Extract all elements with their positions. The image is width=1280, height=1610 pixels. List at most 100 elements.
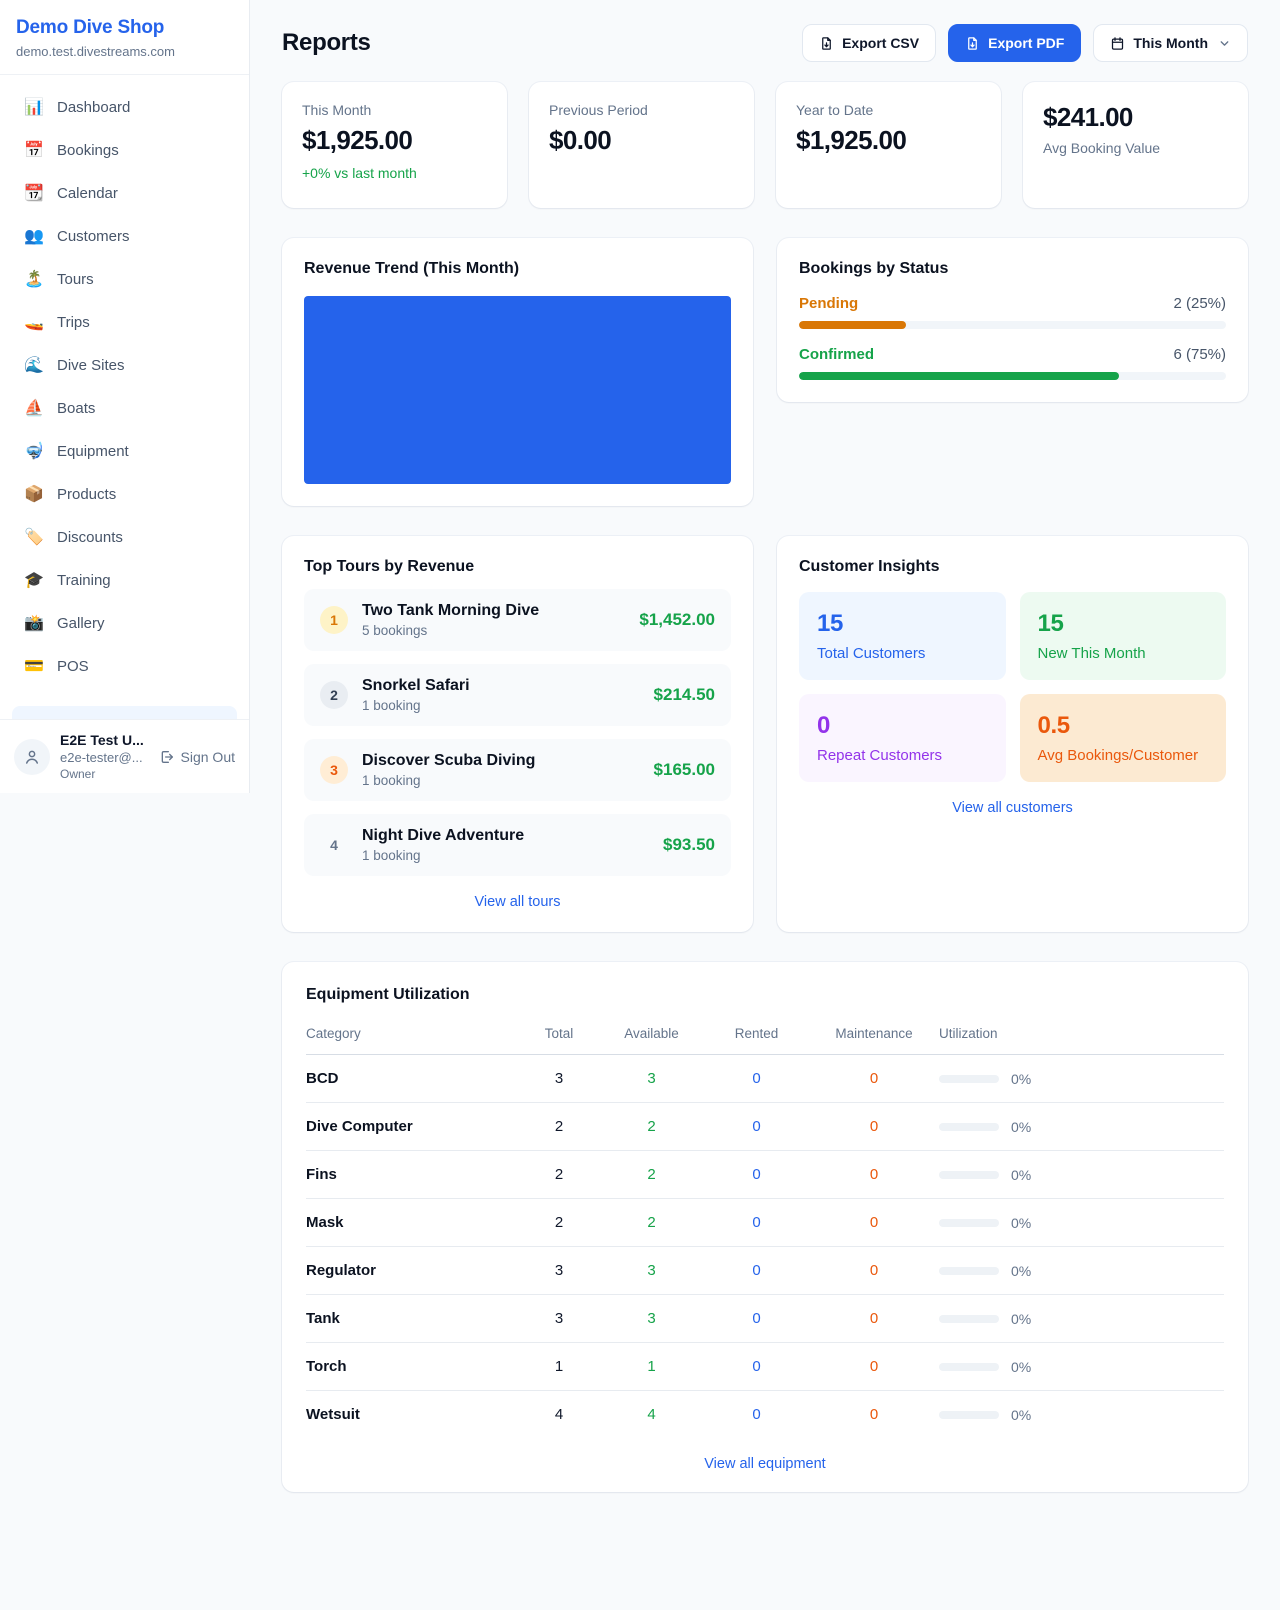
equipment-available: 2: [599, 1199, 704, 1247]
table-row: Dive Computer 2 2 0 0 0%: [306, 1103, 1224, 1151]
sidebar-item-trips[interactable]: 🚤 Trips: [12, 302, 237, 342]
equipment-table: Category Total Available Rented Maintena…: [306, 1018, 1224, 1438]
sidebar-nav: 📊 Dashboard 📅 Bookings 📆 Calendar 👥 Cust…: [0, 75, 249, 711]
sidebar-item-label: Dive Sites: [57, 357, 125, 374]
tour-name: Discover Scuba Diving: [362, 752, 535, 770]
sidebar-item-dashboard[interactable]: 📊 Dashboard: [12, 87, 237, 127]
utilization-bar-track: [939, 1075, 999, 1083]
bookings-by-status-title: Bookings by Status: [799, 260, 1226, 278]
utilization-percent: 0%: [1011, 1407, 1031, 1423]
export-csv-label: Export CSV: [842, 35, 919, 51]
sidebar-item-label: Calendar: [57, 185, 118, 202]
tour-bookings: 1 booking: [362, 848, 524, 863]
view-all-tours-link[interactable]: View all tours: [304, 894, 731, 910]
export-csv-button[interactable]: Export CSV: [802, 24, 936, 62]
equipment-rented: 0: [704, 1151, 809, 1199]
equipment-maintenance: 0: [809, 1151, 939, 1199]
table-row: BCD 3 3 0 0 0%: [306, 1055, 1224, 1103]
insight-label: New This Month: [1038, 645, 1209, 662]
sidebar-item-label: Customers: [57, 228, 130, 245]
tour-bookings: 1 booking: [362, 698, 470, 713]
equipment-category: Torch: [306, 1343, 519, 1391]
user-name: E2E Test U...: [60, 732, 149, 748]
sidebar-item-products[interactable]: 📦 Products: [12, 474, 237, 514]
view-all-equipment-link[interactable]: View all equipment: [306, 1456, 1224, 1472]
utilization-percent: 0%: [1011, 1311, 1031, 1327]
chevron-down-icon: [1218, 37, 1231, 50]
insight-value: 15: [1038, 610, 1209, 638]
equipment-total: 1: [519, 1343, 599, 1391]
sidebar-item-pos[interactable]: 💳 POS: [12, 646, 237, 686]
top-tours-title: Top Tours by Revenue: [304, 558, 731, 576]
equipment-available: 4: [599, 1391, 704, 1439]
insights-row: Top Tours by Revenue 1 Two Tank Morning …: [282, 536, 1248, 932]
dive-sites-icon: 🌊: [24, 355, 44, 375]
sidebar-item-calendar[interactable]: 📆 Calendar: [12, 173, 237, 213]
status-row: Confirmed 6 (75%): [799, 346, 1226, 380]
bookings-by-status-card: Bookings by Status Pending 2 (25%): [777, 238, 1248, 402]
trips-icon: 🚤: [24, 312, 44, 332]
tours-icon: 🏝️: [24, 269, 44, 289]
insight-value: 0.5: [1038, 712, 1209, 740]
tour-revenue: $214.50: [654, 685, 715, 705]
stat-card-avg-booking-value: $241.00 Avg Booking Value: [1023, 82, 1248, 208]
user-role: Owner: [60, 767, 149, 781]
status-progress-fill: [799, 321, 906, 329]
utilization-bar-track: [939, 1219, 999, 1227]
sidebar-item-boats[interactable]: ⛵ Boats: [12, 388, 237, 428]
sign-out-label: Sign Out: [181, 749, 235, 765]
stat-value: $1,925.00: [796, 125, 981, 156]
period-dropdown[interactable]: This Month: [1093, 24, 1248, 62]
page-header: Reports Export CSV Export PDF This Month: [282, 24, 1248, 62]
column-header-utilization: Utilization: [939, 1018, 1224, 1055]
sidebar-item-bookings[interactable]: 📅 Bookings: [12, 130, 237, 170]
utilization-percent: 0%: [1011, 1167, 1031, 1183]
tour-revenue: $93.50: [663, 835, 715, 855]
insight-value: 15: [817, 610, 988, 638]
user-panel: E2E Test U... e2e-tester@... Owner Sign …: [0, 719, 249, 793]
calendar-icon: [1110, 36, 1125, 51]
sidebar-item-dive-sites[interactable]: 🌊 Dive Sites: [12, 345, 237, 385]
sidebar-active-item-partial[interactable]: [12, 706, 237, 719]
sidebar-item-gallery[interactable]: 📸 Gallery: [12, 603, 237, 643]
sidebar-item-label: Bookings: [57, 142, 119, 159]
sidebar-item-tours[interactable]: 🏝️ Tours: [12, 259, 237, 299]
equipment-available: 3: [599, 1295, 704, 1343]
utilization-percent: 0%: [1011, 1119, 1031, 1135]
equipment-utilization-card: Equipment Utilization Category Total Ava…: [282, 962, 1248, 1492]
user-meta: E2E Test U... e2e-tester@... Owner: [60, 732, 149, 781]
stat-card-this-month: This Month $1,925.00 +0% vs last month: [282, 82, 507, 208]
tour-name: Snorkel Safari: [362, 677, 470, 695]
sidebar-item-customers[interactable]: 👥 Customers: [12, 216, 237, 256]
column-header-available: Available: [599, 1018, 704, 1055]
utilization-percent: 0%: [1011, 1359, 1031, 1375]
equipment-category: BCD: [306, 1055, 519, 1103]
dashboard-icon: 📊: [24, 97, 44, 117]
revenue-trend-chart: [304, 296, 731, 484]
sidebar-item-equipment[interactable]: 🤿 Equipment: [12, 431, 237, 471]
equipment-utilization-title: Equipment Utilization: [306, 986, 1224, 1004]
gallery-icon: 📸: [24, 613, 44, 633]
sidebar-item-discounts[interactable]: 🏷️ Discounts: [12, 517, 237, 557]
equipment-available: 3: [599, 1247, 704, 1295]
insight-value: 0: [817, 712, 988, 740]
sidebar-item-training[interactable]: 🎓 Training: [12, 560, 237, 600]
stat-label: Previous Period: [549, 102, 734, 118]
stat-value: $1,925.00: [302, 125, 487, 156]
equipment-maintenance: 0: [809, 1391, 939, 1439]
status-row: Pending 2 (25%): [799, 295, 1226, 329]
equipment-category: Wetsuit: [306, 1391, 519, 1439]
equipment-available: 2: [599, 1103, 704, 1151]
rank-badge: 3: [320, 756, 348, 784]
export-pdf-button[interactable]: Export PDF: [948, 24, 1081, 62]
stat-label: This Month: [302, 102, 487, 118]
equipment-rented: 0: [704, 1055, 809, 1103]
insight-label: Repeat Customers: [817, 747, 988, 764]
table-row: Torch 1 1 0 0 0%: [306, 1343, 1224, 1391]
stat-card-year-to-date: Year to Date $1,925.00: [776, 82, 1001, 208]
charts-row: Revenue Trend (This Month) Bookings by S…: [282, 238, 1248, 506]
customers-icon: 👥: [24, 226, 44, 246]
sign-out-button[interactable]: Sign Out: [159, 749, 235, 765]
view-all-customers-link[interactable]: View all customers: [799, 800, 1226, 816]
utilization-percent: 0%: [1011, 1215, 1031, 1231]
